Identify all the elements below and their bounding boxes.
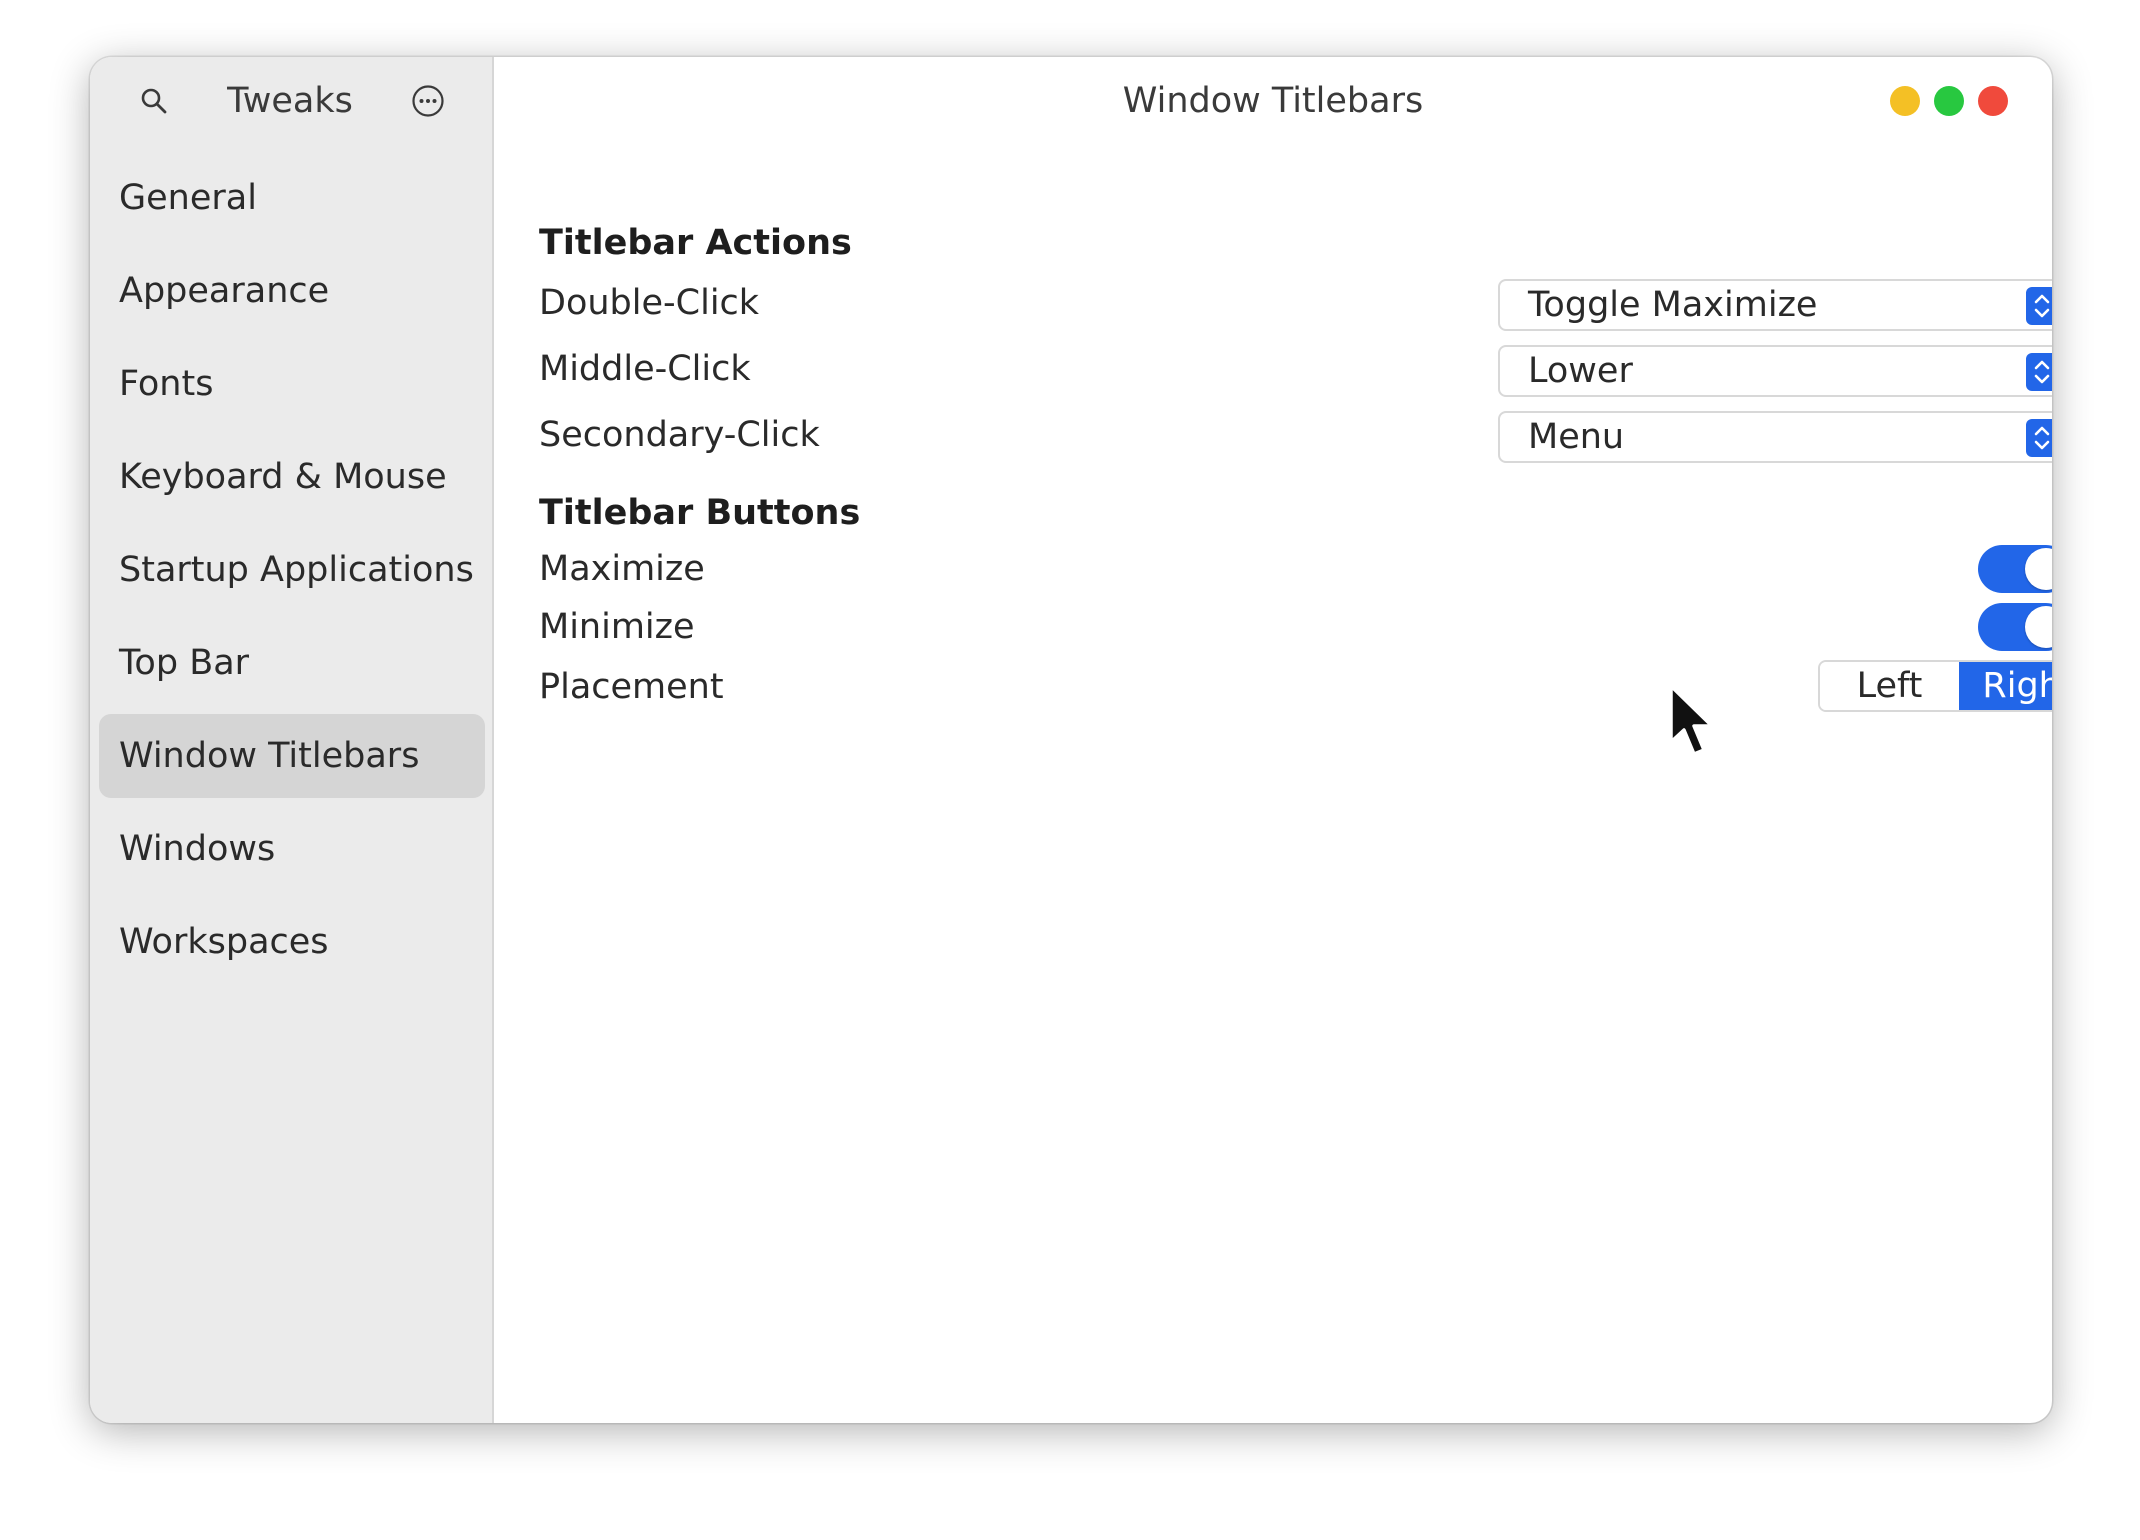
sidebar-item-workspaces[interactable]: Workspaces — [99, 900, 485, 984]
sidebar-item-windows[interactable]: Windows — [99, 807, 485, 891]
sidebar-item-startup-applications[interactable]: Startup Applications — [99, 528, 485, 612]
secondary-click-combo[interactable]: Menu — [1498, 411, 2052, 463]
minimize-window-button[interactable] — [1890, 86, 1920, 116]
page-title: Window Titlebars — [1122, 81, 1424, 121]
minimize-switch[interactable] — [1978, 603, 2052, 651]
sidebar-item-keyboard-mouse[interactable]: Keyboard & Mouse — [99, 435, 485, 519]
placement-label: Placement — [539, 667, 724, 707]
close-window-button[interactable] — [1978, 86, 2008, 116]
mouse-pointer-icon — [1669, 684, 1714, 756]
switch-knob — [2025, 606, 2052, 648]
main-panel: Window Titlebars Titlebar Actions Double… — [494, 57, 2052, 1423]
switch-knob — [2025, 548, 2052, 590]
placement-toggle: Left Right — [1818, 660, 2052, 712]
double-click-value: Toggle Maximize — [1528, 285, 1818, 325]
maximize-label: Maximize — [539, 549, 705, 589]
updown-arrows-icon — [2026, 353, 2052, 391]
placement-right-button[interactable]: Right — [1959, 662, 2052, 710]
placement-left-button[interactable]: Left — [1820, 662, 1959, 710]
middle-click-label: Middle-Click — [539, 349, 751, 389]
tweaks-window: Tweaks General Appearance Fonts Keyboard… — [90, 57, 2052, 1423]
middle-click-value: Lower — [1528, 351, 1633, 391]
window-controls — [1890, 86, 2008, 116]
double-click-label: Double-Click — [539, 283, 760, 323]
maximize-window-button[interactable] — [1934, 86, 1964, 116]
sidebar-item-window-titlebars[interactable]: Window Titlebars — [99, 714, 485, 798]
double-click-combo[interactable]: Toggle Maximize — [1498, 279, 2052, 331]
minimize-label: Minimize — [539, 607, 695, 647]
sidebar: Tweaks General Appearance Fonts Keyboard… — [90, 57, 494, 1423]
sidebar-item-top-bar[interactable]: Top Bar — [99, 621, 485, 705]
section-header-titlebar-buttons: Titlebar Buttons — [539, 493, 861, 533]
sidebar-item-fonts[interactable]: Fonts — [99, 342, 485, 426]
search-icon — [141, 88, 167, 114]
main-menu-button[interactable] — [406, 79, 450, 123]
secondary-click-value: Menu — [1528, 417, 1625, 457]
sidebar-title: Tweaks — [227, 81, 353, 121]
sidebar-item-general[interactable]: General — [99, 156, 485, 240]
search-button[interactable] — [132, 79, 176, 123]
maximize-switch[interactable] — [1978, 545, 2052, 593]
section-header-titlebar-actions: Titlebar Actions — [539, 223, 852, 263]
sidebar-header: Tweaks — [90, 57, 492, 143]
secondary-click-label: Secondary-Click — [539, 415, 820, 455]
middle-click-combo[interactable]: Lower — [1498, 345, 2052, 397]
ellipsis-menu-icon — [412, 85, 444, 117]
updown-arrows-icon — [2026, 419, 2052, 457]
sidebar-item-appearance[interactable]: Appearance — [99, 249, 485, 333]
updown-arrows-icon — [2026, 287, 2052, 325]
